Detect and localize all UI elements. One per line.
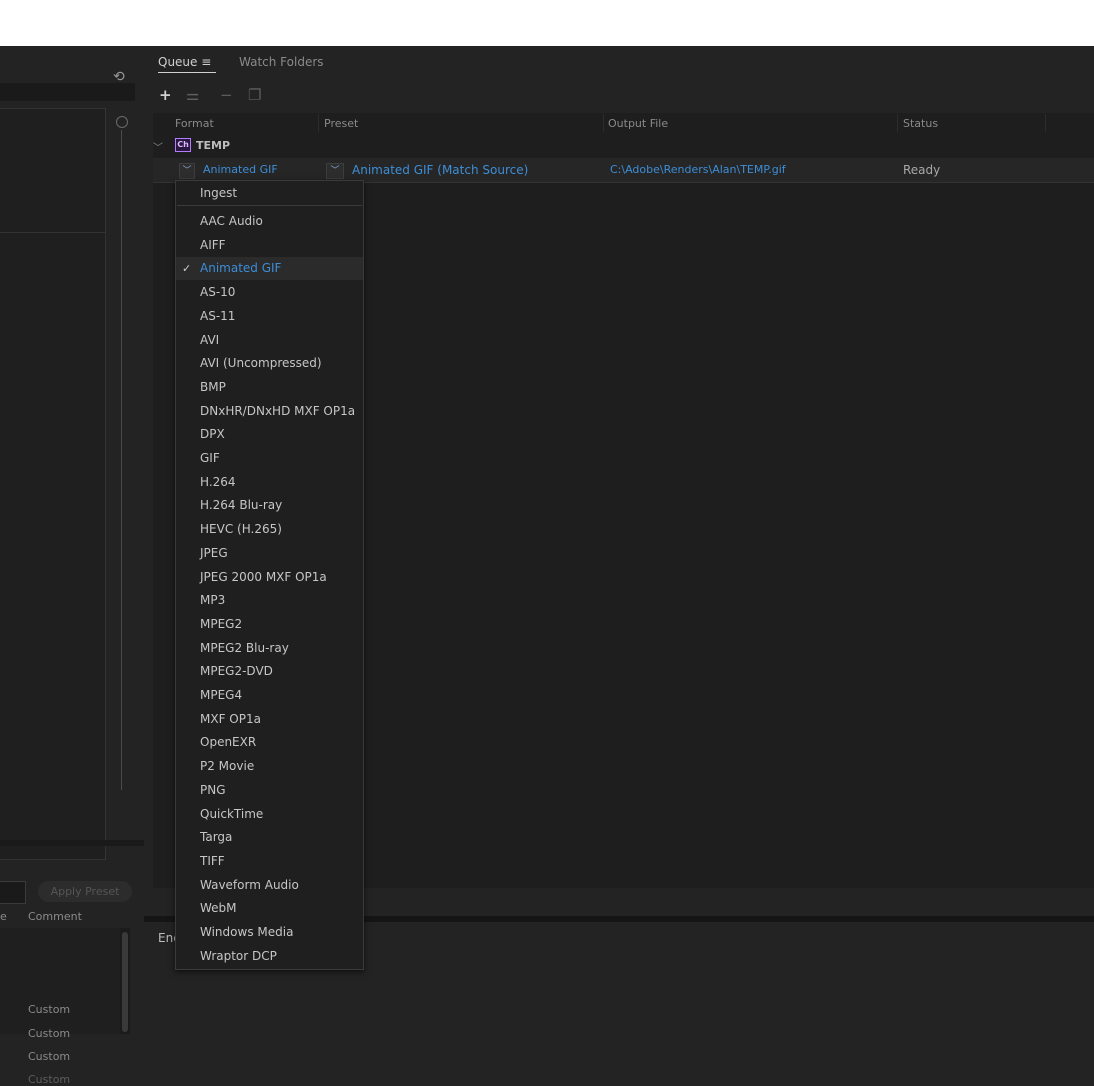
column-header-output[interactable]: Output File [608, 117, 668, 130]
menu-item-format[interactable]: AIFF [200, 238, 226, 252]
menu-item-format[interactable]: AAC Audio [200, 214, 263, 228]
menu-item-format[interactable]: JPEG [200, 546, 228, 560]
character-animator-icon: Ch [175, 138, 191, 152]
menu-item-format[interactable]: DNxHR/DNxHD MXF OP1a [200, 404, 355, 418]
history-icon[interactable]: ⟲ [113, 69, 129, 85]
menu-item-format[interactable]: HEVC (H.265) [200, 522, 282, 536]
settings-icon[interactable]: ⚌ [186, 86, 199, 104]
menu-item-format[interactable]: Animated GIF [200, 261, 281, 275]
menu-item-format[interactable]: JPEG 2000 MXF OP1a [200, 570, 327, 584]
menu-item-format[interactable]: Targa [200, 830, 232, 844]
menu-item-format[interactable]: QuickTime [200, 807, 263, 821]
item-preset[interactable]: Animated GIF (Match Source) [352, 163, 528, 177]
item-format[interactable]: Animated GIF [203, 163, 278, 176]
remove-icon[interactable]: − [220, 86, 233, 104]
column-header-comment: Comment [28, 910, 82, 923]
column-separator [318, 114, 319, 132]
column-separator [603, 114, 604, 132]
add-icon[interactable]: + [159, 86, 172, 104]
tab-queue-underline [158, 72, 216, 73]
menu-item-format[interactable]: MXF OP1a [200, 712, 261, 726]
menu-item-format[interactable]: Wraptor DCP [200, 949, 277, 963]
column-header-e: e [0, 910, 7, 923]
top-blank-area [0, 0, 1094, 46]
column-separator [897, 114, 898, 132]
menu-item-format[interactable]: MPEG4 [200, 688, 242, 702]
menu-item-format[interactable]: AVI (Uncompressed) [200, 356, 322, 370]
menu-item-format[interactable]: TIFF [200, 854, 225, 868]
preset-dropdown-chevron-icon[interactable]: ﹀ [326, 163, 344, 179]
menu-item-format[interactable]: H.264 Blu-ray [200, 498, 282, 512]
menu-item-format[interactable]: GIF [200, 451, 220, 465]
menu-item-format[interactable]: OpenEXR [200, 735, 256, 749]
menu-item-format[interactable]: AS-10 [200, 285, 235, 299]
duplicate-icon[interactable]: ❐ [248, 86, 261, 104]
preset-row-comment[interactable]: Custom [28, 1027, 70, 1040]
menu-item-ingest[interactable]: Ingest [200, 186, 237, 200]
menu-item-format[interactable]: DPX [200, 427, 225, 441]
slider-knob[interactable] [116, 116, 128, 128]
menu-item-format[interactable]: MPEG2 [200, 617, 242, 631]
menu-item-format[interactable]: MPEG2 Blu-ray [200, 641, 289, 655]
menu-item-format[interactable]: BMP [200, 380, 226, 394]
apply-preset-button[interactable]: Apply Preset [38, 881, 132, 902]
queue-group-name: TEMP [196, 139, 231, 152]
menu-item-format[interactable]: MP3 [200, 593, 225, 607]
menu-item-format[interactable]: H.264 [200, 475, 236, 489]
preset-row-comment[interactable]: Custom [28, 1003, 70, 1016]
menu-item-format[interactable]: Windows Media [200, 925, 293, 939]
preset-row-comment[interactable]: Custom [28, 1050, 70, 1063]
column-header-preset[interactable]: Preset [324, 117, 358, 130]
tab-watch-folders[interactable]: Watch Folders [239, 55, 324, 69]
menu-item-format[interactable]: AS-11 [200, 309, 235, 323]
left-panel [0, 46, 144, 1080]
menu-item-format[interactable]: MPEG2-DVD [200, 664, 273, 678]
left-preview-area [0, 108, 106, 860]
menu-item-format[interactable]: AVI [200, 333, 219, 347]
slider-track[interactable] [121, 130, 122, 790]
item-output-file[interactable]: C:\Adobe\Renders\Alan\TEMP.gif [610, 163, 786, 176]
menu-item-format[interactable]: P2 Movie [200, 759, 254, 773]
left-divider [0, 232, 105, 233]
format-dropdown-menu: Ingest ✓ AAC Audio AIFF Animated GIF AS-10 A… [175, 180, 364, 970]
left-top-field[interactable] [0, 83, 135, 101]
tab-queue[interactable]: Queue ≡ [158, 55, 211, 69]
menu-separator [177, 205, 362, 206]
menu-item-format[interactable]: PNG [200, 783, 226, 797]
left-bottom-divider [0, 840, 144, 846]
item-status: Ready [903, 163, 941, 177]
menu-item-format[interactable]: Waveform Audio [200, 878, 299, 892]
format-dropdown-chevron-icon[interactable]: ﹀ [179, 163, 195, 179]
column-separator [1045, 114, 1046, 132]
chevron-down-icon[interactable]: ﹀ [153, 139, 163, 154]
column-header-status[interactable]: Status [903, 117, 938, 130]
preset-scrollbar-thumb[interactable] [122, 932, 128, 1032]
preset-search-input[interactable] [0, 881, 26, 904]
checkmark-icon: ✓ [182, 262, 192, 275]
column-header-format[interactable]: Format [175, 117, 214, 130]
menu-item-format[interactable]: WebM [200, 901, 237, 915]
preset-list [0, 928, 120, 1034]
